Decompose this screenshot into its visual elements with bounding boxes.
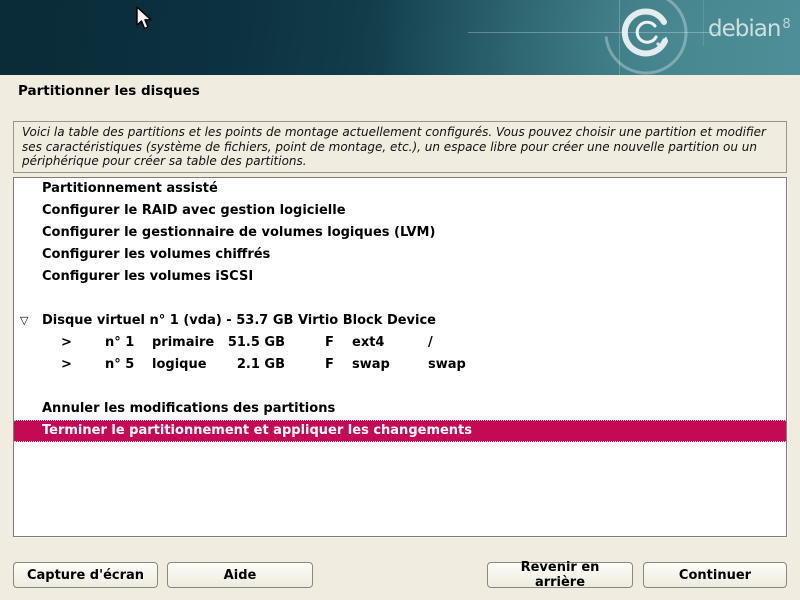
disk-label: Disque virtuel n° 1 (vda) - 53.7 GB Virt…	[42, 310, 436, 332]
installer-window: debian8 Partitionner les disques Voici l…	[0, 0, 800, 600]
selected-item-label: Terminer le partitionnement et appliquer…	[14, 423, 472, 438]
partition-filesystem: swap	[352, 354, 390, 376]
description-text: Voici la table des partitions et les poi…	[22, 125, 778, 169]
partition-mountpoint: swap	[428, 354, 466, 376]
partition-number: n° 5	[105, 354, 134, 376]
list-item-configure-raid[interactable]: Configurer le RAID avec gestion logiciel…	[14, 200, 786, 222]
list-item-finish-partitioning[interactable]: Terminer le partitionnement et appliquer…	[14, 420, 786, 442]
list-item-configure-encrypted[interactable]: Configurer les volumes chiffrés	[14, 244, 786, 266]
list-item-partition-1[interactable]: > n° 1 primaire 51.5 GB F ext4 /	[14, 332, 786, 354]
partition-flag: F	[325, 354, 334, 376]
version-text: 8	[782, 17, 790, 32]
partition-marker-icon: >	[61, 332, 72, 354]
list-item-undo-changes[interactable]: Annuler les modifications des partitions	[14, 398, 786, 420]
partition-number: n° 1	[105, 332, 134, 354]
partition-listbox: Partitionnement assisté Configurer le RA…	[13, 177, 787, 537]
partition-size: 51.5 GB	[185, 332, 285, 354]
help-button[interactable]: Aide	[167, 562, 313, 588]
list-item-guided-partitioning[interactable]: Partitionnement assisté	[14, 178, 786, 200]
list-item-configure-iscsi[interactable]: Configurer les volumes iSCSI	[14, 266, 786, 288]
list-item-partition-5[interactable]: > n° 5 logique 2.1 GB F swap swap	[14, 354, 786, 376]
page-title: Partitionner les disques	[18, 83, 200, 99]
debian-wordmark: debian8	[708, 18, 791, 41]
partition-size: 2.1 GB	[185, 354, 285, 376]
list-spacer	[14, 288, 786, 310]
brand-text: debian	[708, 16, 780, 42]
expander-triangle-icon[interactable]: ▽	[20, 310, 28, 332]
list-item-configure-lvm[interactable]: Configurer le gestionnaire de volumes lo…	[14, 222, 786, 244]
list-item-disk-header[interactable]: ▽ Disque virtuel n° 1 (vda) - 53.7 GB Vi…	[14, 310, 786, 332]
partition-flag: F	[325, 332, 334, 354]
screenshot-button[interactable]: Capture d'écran	[13, 562, 158, 588]
partition-marker-icon: >	[61, 354, 72, 376]
banner: debian8	[0, 0, 800, 75]
crosshair-line-vertical-2	[703, 0, 704, 46]
debian-swirl-icon	[598, 0, 698, 75]
continue-button[interactable]: Continuer	[643, 562, 787, 588]
description-box: Voici la table des partitions et les poi…	[13, 121, 787, 173]
go-back-button[interactable]: Revenir en arrière	[487, 562, 633, 588]
list-spacer	[14, 376, 786, 398]
mouse-cursor-icon	[136, 6, 154, 32]
partition-filesystem: ext4	[352, 332, 384, 354]
partition-mountpoint: /	[428, 332, 433, 354]
